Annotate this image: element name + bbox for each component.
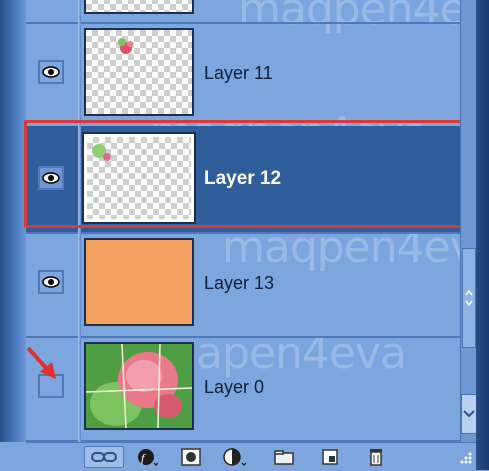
- layer-thumbnail: [84, 0, 194, 14]
- layer-thumbnail: [84, 28, 194, 116]
- layer-thumbnail: [84, 342, 194, 430]
- new-layer-button[interactable]: [318, 446, 342, 468]
- visibility-toggle[interactable]: [38, 270, 64, 294]
- new-group-button[interactable]: [272, 446, 296, 468]
- layer-style-icon: f: [138, 449, 158, 466]
- layer-name: Layer 0: [204, 376, 265, 397]
- adjustment-layer-icon: [223, 448, 246, 466]
- layer-name: Layer 11: [204, 62, 273, 83]
- layers-panel: maqpen4eva maqpen4eva maqpen4eva apen4ev…: [0, 0, 489, 471]
- trash-icon: [370, 449, 382, 466]
- layer-row[interactable]: Layer 0: [26, 334, 460, 442]
- eye-icon: [42, 66, 60, 78]
- chevron-down-icon: [463, 410, 475, 418]
- visibility-toggle[interactable]: [38, 60, 64, 84]
- red-arrow-icon: [26, 346, 56, 379]
- folder-icon: [274, 450, 294, 465]
- scroll-thumb[interactable]: [462, 248, 476, 348]
- layer-style-button[interactable]: f: [134, 446, 160, 468]
- layers-toolbar: f: [26, 442, 476, 471]
- layer-thumbnail: [84, 238, 194, 326]
- link-layers-icon: [91, 452, 117, 462]
- new-layer-icon: [322, 449, 338, 465]
- panel-right-edge: [476, 0, 489, 470]
- highlight-frame: [24, 120, 471, 228]
- scroll-down-button[interactable]: [461, 394, 477, 434]
- eye-icon: [42, 276, 60, 288]
- visibility-cell[interactable]: [26, 230, 78, 336]
- link-layers-button[interactable]: [84, 446, 124, 468]
- adjustment-layer-button[interactable]: [220, 446, 248, 468]
- vertical-scrollbar[interactable]: [460, 0, 477, 442]
- visibility-cell[interactable]: [26, 20, 78, 126]
- layer-row[interactable]: Layer 11: [26, 20, 460, 128]
- layer-row[interactable]: Layer 13: [26, 230, 460, 338]
- flower-thumbnail-icon: [118, 38, 133, 54]
- layer-mask-button[interactable]: [178, 446, 204, 468]
- grip-icon: [465, 289, 473, 307]
- rose-photo-icon: [86, 344, 192, 428]
- delete-layer-button[interactable]: [364, 446, 388, 468]
- layer-mask-icon: [181, 448, 201, 466]
- resize-grip-icon[interactable]: [458, 446, 474, 466]
- layer-name: Layer 13: [204, 272, 275, 293]
